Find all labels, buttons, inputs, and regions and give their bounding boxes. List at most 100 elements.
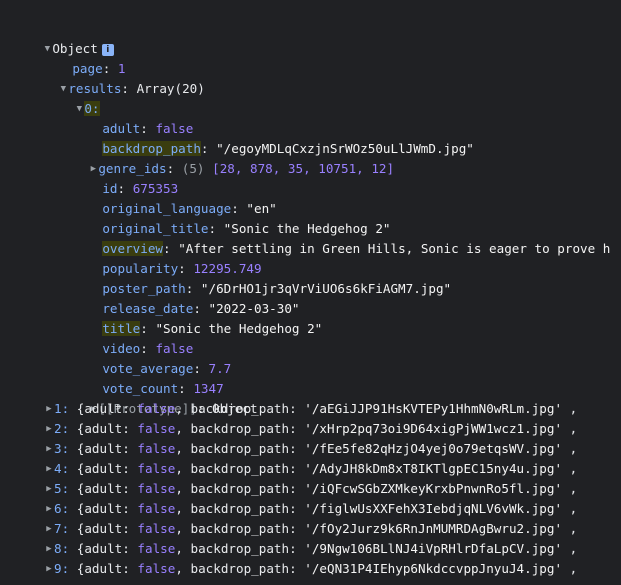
expand-triangle-right-icon[interactable]: ▶	[44, 539, 54, 559]
collapsed-item-row[interactable]: ▶ 1: {adult: false, backdrop_path: '/aEGi…	[0, 399, 621, 419]
vote-count-row: vote_count: 1347	[102, 381, 224, 396]
genre-ids-row[interactable]: ▶ genre_ids: (5) [28, 878, 35, 10751, 12]	[0, 139, 621, 176]
collapsed-adult-value: false	[137, 461, 176, 476]
devtools-console: ▼ Object i page: 1 ▼ results: Array(20) ▼ 0:…	[0, 0, 621, 585]
collapsed-item-open-brace: {	[69, 541, 85, 556]
expand-triangle-right-icon[interactable]: ▶	[44, 419, 54, 439]
collapsed-item-trailing-comma: ,	[562, 521, 578, 536]
vote-average-row: vote_average: 7.7	[102, 361, 232, 376]
collapsed-item-open-brace: {	[69, 561, 85, 576]
collapsed-adult-key: adult:	[84, 481, 138, 496]
collapsed-backdrop-value: '/aEGiJJP91HsKVTEPy1HhmN0wRLm.jpg'	[304, 401, 563, 416]
collapsed-backdrop-key: , backdrop_path:	[175, 421, 305, 436]
collapsed-item-trailing-comma: ,	[562, 441, 578, 456]
video-row: video: false	[102, 341, 194, 356]
collapsed-item-row[interactable]: ▶ 2: {adult: false, backdrop_path: '/xHrp…	[0, 419, 621, 439]
title-row: title: "Sonic the Hedgehog 2"	[102, 321, 323, 336]
collapsed-backdrop-value: '/xHrp2pq73oi9D64xigPjWW1wcz1.jpg'	[304, 421, 563, 436]
collapsed-item-trailing-comma: ,	[562, 401, 578, 416]
adult-row: adult: false	[102, 121, 194, 136]
original-title-row: original_title: "Sonic the Hedgehog 2"	[102, 221, 391, 236]
collapsed-backdrop-value: '/iQFcwSGbZXMkeyKrxbPnwnRo5fl.jpg'	[304, 481, 563, 496]
collapsed-adult-key: adult:	[84, 521, 138, 536]
collapsed-item-open-brace: {	[69, 521, 85, 536]
popularity-row: popularity: 12295.749	[102, 261, 262, 276]
collapsed-item-row[interactable]: ▶ 8: {adult: false, backdrop_path: '/9Ngw…	[0, 539, 621, 559]
prototype-row[interactable]: ▶ [[Prototype]]: Object	[0, 379, 621, 416]
collapsed-adult-key: adult:	[84, 541, 138, 556]
collapsed-item-trailing-comma: ,	[562, 561, 578, 576]
collapsed-item-open-brace: {	[69, 441, 85, 456]
expand-triangle-right-icon[interactable]: ▶	[44, 479, 54, 499]
collapsed-backdrop-key: , backdrop_path:	[175, 541, 305, 556]
collapsed-backdrop-key: , backdrop_path:	[175, 401, 305, 416]
collapsed-item-open-brace: {	[69, 481, 85, 496]
collapsed-item-row[interactable]: ▶ 6: {adult: false, backdrop_path: '/figl…	[0, 499, 621, 519]
expand-triangle-right-icon[interactable]: ▶	[44, 399, 54, 419]
collapsed-item-index: 5:	[54, 481, 70, 496]
collapsed-item-open-brace: {	[69, 501, 85, 516]
collapsed-backdrop-value: '/fOy2Jurz9k6RnJnMUMRDAgBwru2.jpg'	[304, 521, 563, 536]
collapsed-item-index: 1:	[54, 401, 70, 416]
collapsed-item-index: 9:	[54, 561, 70, 576]
collapsed-adult-key: adult:	[84, 401, 138, 416]
poster-path-row: poster_path: "/6DrHO1jr3qVrViUO6s6kFiAGM…	[102, 281, 452, 296]
collapsed-adult-value: false	[137, 521, 176, 536]
collapsed-item-row[interactable]: ▶ 5: {adult: false, backdrop_path: '/iQFc…	[0, 479, 621, 499]
collapsed-adult-key: adult:	[84, 421, 138, 436]
collapsed-item-row[interactable]: ▶ 4: {adult: false, backdrop_path: '/AdyJ…	[0, 459, 621, 479]
collapsed-item-trailing-comma: ,	[562, 501, 578, 516]
collapsed-item-row[interactable]: ▶ 9: {adult: false, backdrop_path: '/eQN3…	[0, 559, 621, 579]
collapsed-adult-value: false	[137, 481, 176, 496]
collapsed-backdrop-key: , backdrop_path:	[175, 461, 305, 476]
collapsed-backdrop-value: '/fEe5fe82qHzjO4yej0o79etqsWV.jpg'	[304, 441, 563, 456]
results-row[interactable]: ▼ results: Array(20)	[0, 59, 621, 96]
expand-triangle-right-icon[interactable]: ▶	[44, 459, 54, 479]
collapsed-item-trailing-comma: ,	[562, 541, 578, 556]
expand-triangle-right-icon[interactable]: ▶	[44, 439, 54, 459]
collapsed-backdrop-key: , backdrop_path:	[175, 441, 305, 456]
collapsed-item-trailing-comma: ,	[562, 481, 578, 496]
collapsed-item-index: 6:	[54, 501, 70, 516]
release-date-row: release_date: "2022-03-30"	[102, 301, 300, 316]
collapsed-adult-key: adult:	[84, 501, 138, 516]
backdrop-path-row: backdrop_path: "/egoyMDLqCxzjnSrWOz50uLl…	[102, 141, 474, 156]
collapsed-item-open-brace: {	[69, 401, 85, 416]
expand-triangle-right-icon[interactable]: ▶	[44, 519, 54, 539]
collapsed-adult-value: false	[137, 441, 176, 456]
collapsed-adult-key: adult:	[84, 461, 138, 476]
item-0-row[interactable]: ▼ 0:	[0, 79, 621, 116]
collapsed-item-index: 4:	[54, 461, 70, 476]
collapsed-adult-value: false	[137, 541, 176, 556]
collapsed-backdrop-key: , backdrop_path:	[175, 561, 305, 576]
id-row: id: 675353	[102, 181, 179, 196]
original-language-row: original_language: "en"	[102, 201, 277, 216]
collapsed-item-row[interactable]: ▶ 7: {adult: false, backdrop_path: '/fOy2…	[0, 519, 621, 539]
expand-triangle-right-icon[interactable]: ▶	[44, 559, 54, 579]
collapsed-adult-key: adult:	[84, 441, 138, 456]
expand-triangle-right-icon[interactable]: ▶	[44, 499, 54, 519]
collapsed-backdrop-value: '/9Ngw106BLlNJ4iVpRHlrDfaLpCV.jpg'	[304, 541, 563, 556]
collapsed-backdrop-value: '/eQN31P4IEhyp6NkdccvppJnyuJ4.jpg'	[304, 561, 563, 576]
collapsed-backdrop-key: , backdrop_path:	[175, 501, 305, 516]
collapsed-adult-value: false	[137, 561, 176, 576]
collapsed-item-index: 7:	[54, 521, 70, 536]
collapsed-backdrop-key: , backdrop_path:	[175, 481, 305, 496]
collapsed-adult-value: false	[137, 501, 176, 516]
collapsed-backdrop-key: , backdrop_path:	[175, 521, 305, 536]
collapsed-item-row[interactable]: ▶ 3: {adult: false, backdrop_path: '/fEe5…	[0, 439, 621, 459]
collapsed-backdrop-value: '/figlwUsXXFehX3IebdjqNLV6vWk.jpg'	[304, 501, 563, 516]
collapsed-adult-key: adult:	[84, 561, 138, 576]
collapsed-item-open-brace: {	[69, 461, 85, 476]
page-row: page: 1	[72, 61, 126, 76]
collapsed-items-list: ▶ 1: {adult: false, backdrop_path: '/aEGi…	[0, 399, 621, 579]
root-object-row[interactable]: ▼ Object i	[0, 19, 621, 56]
collapsed-item-index: 3:	[54, 441, 70, 456]
overview-row: overview: "After settling in Green Hills…	[102, 241, 611, 256]
collapsed-backdrop-value: '/AdyJH8kDm8xT8IKTlgpEC15ny4u.jpg'	[304, 461, 563, 476]
collapsed-adult-value: false	[137, 401, 176, 416]
collapsed-item-index: 2:	[54, 421, 70, 436]
collapsed-item-index: 8:	[54, 541, 70, 556]
collapsed-adult-value: false	[137, 421, 176, 436]
collapsed-item-trailing-comma: ,	[562, 421, 578, 436]
